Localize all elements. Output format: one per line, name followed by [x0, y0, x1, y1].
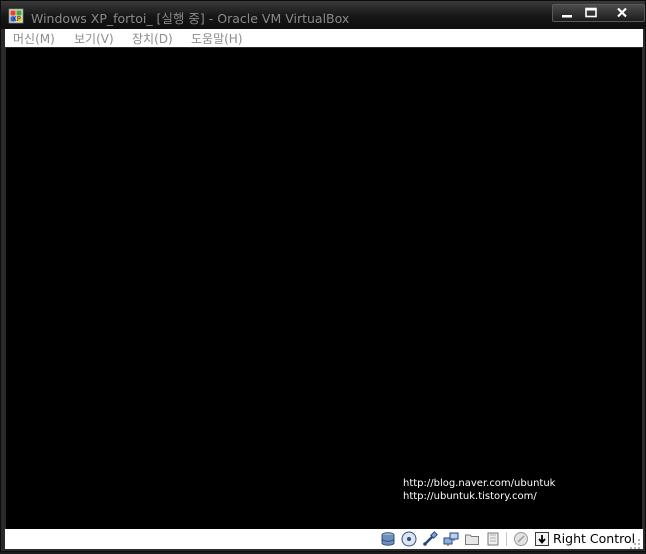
network-icon[interactable]: [443, 531, 459, 547]
menu-help[interactable]: 도움말(H): [189, 30, 245, 47]
watermark-line-1: http://blog.naver.com/ubuntuk: [403, 478, 556, 489]
menu-view[interactable]: 보기(V): [72, 30, 116, 47]
menu-devices[interactable]: 장치(D): [130, 30, 175, 47]
svg-text:XP: XP: [12, 15, 21, 23]
hard-disk-icon[interactable]: [380, 531, 396, 547]
menu-machine[interactable]: 머신(M): [11, 30, 57, 47]
window-title: Windows XP_fortoi_ [실행 중] - Oracle VM Vi…: [31, 11, 350, 26]
title-bar[interactable]: XP Windows XP_fortoi_ [실행 중] - Oracle VM…: [1, 1, 645, 29]
status-separator: [506, 532, 507, 546]
vm-display[interactable]: http://blog.naver.com/ubuntuk http://ubu…: [6, 48, 642, 529]
mouse-integration-icon[interactable]: [513, 531, 529, 547]
maximize-icon: [585, 7, 597, 18]
blog-watermark: http://blog.naver.com/ubuntuk http://ubu…: [403, 477, 555, 503]
menu-bar: 머신(M) 보기(V) 장치(D) 도움말(H): [5, 29, 643, 47]
minimize-icon: [562, 15, 572, 18]
video-capture-icon[interactable]: [485, 531, 501, 547]
usb-icon[interactable]: [422, 531, 438, 547]
host-key-icon[interactable]: [534, 531, 550, 547]
watermark-line-2: http://ubuntuk.tistory.com/: [403, 491, 537, 502]
virtualbox-window: XP Windows XP_fortoi_ [실행 중] - Oracle VM…: [0, 0, 646, 552]
maximize-button[interactable]: [583, 5, 613, 21]
shared-folder-icon[interactable]: [464, 531, 480, 547]
status-bar: Right Control: [5, 529, 643, 549]
host-key-label: Right Control: [553, 531, 636, 546]
virtualbox-app-icon[interactable]: XP: [8, 8, 24, 24]
close-icon: [617, 7, 627, 18]
cd-dvd-icon[interactable]: [401, 531, 417, 547]
window-controls: [552, 4, 645, 22]
resize-grip[interactable]: [629, 535, 641, 549]
close-button[interactable]: [613, 5, 643, 21]
minimize-button[interactable]: [553, 5, 583, 21]
